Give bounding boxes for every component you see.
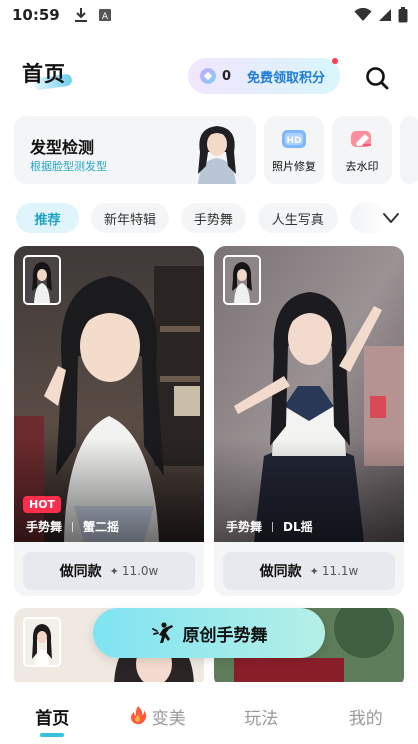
category-tabs: 推荐 新年特辑 手势舞 人生写真	[16, 203, 396, 233]
nav-play-label: 玩法	[244, 709, 279, 729]
usage-count: 11.0w	[121, 564, 159, 578]
signal-icon	[379, 9, 391, 21]
flame-icon	[130, 706, 147, 725]
video-tag-category: 手势舞	[226, 520, 263, 534]
video-tag-category: 手势舞	[26, 520, 63, 534]
tab-gesture-dance[interactable]: 手势舞	[180, 203, 246, 233]
video-card[interactable]: HOT 手势舞 蟹二摇 做同款 ✦ 11.0w	[14, 246, 204, 596]
tag-separator	[72, 521, 74, 532]
hair-detection-title: 发型检测	[30, 138, 95, 157]
app-notification-icon: A	[98, 9, 111, 22]
video-thumbnail[interactable]: 手势舞 DL摇	[214, 246, 404, 542]
points-claim-label: 免费领取积分	[247, 70, 326, 86]
more-feature-card[interactable]	[400, 116, 418, 184]
photo-repair-label: 照片修复	[272, 160, 316, 173]
nav-play[interactable]: 玩法	[209, 682, 314, 744]
usage-count: 11.1w	[321, 564, 359, 578]
video-tags: 手势舞 蟹二摇	[26, 518, 119, 535]
header: 首页 0 免费领取积分	[0, 52, 418, 102]
nav-beautify-label: 变美	[151, 709, 186, 729]
free-points-button[interactable]: 0 免费领取积分	[188, 58, 340, 94]
hd-badge-text: HD	[286, 136, 301, 146]
make-same-button[interactable]: 做同款 ✦ 11.0w	[23, 552, 195, 590]
download-icon	[74, 8, 87, 22]
notification-icons: A	[74, 7, 112, 23]
wifi-icon	[354, 8, 372, 21]
make-same-button[interactable]: 做同款 ✦ 11.1w	[223, 552, 395, 590]
original-gesture-dance-button[interactable]: 原创手势舞	[93, 608, 325, 658]
status-bar: 10:59 A	[0, 0, 418, 30]
tab-recommend[interactable]: 推荐	[16, 203, 80, 233]
bottom-nav: 首页 变美 玩法 我的	[0, 682, 418, 744]
make-same-label: 做同款	[259, 564, 302, 580]
video-preview-thumbnail	[23, 617, 61, 667]
search-icon[interactable]	[364, 65, 390, 91]
nav-active-indicator	[40, 733, 65, 737]
nav-me-label: 我的	[348, 709, 383, 729]
battery-icon	[398, 7, 408, 23]
tab-life-portrait[interactable]: 人生写真	[257, 203, 338, 233]
chevron-down-icon[interactable]	[382, 210, 400, 226]
hd-icon: HD	[282, 130, 306, 148]
notification-dot	[332, 58, 338, 64]
status-time: 10:59	[12, 6, 60, 24]
hair-detection-card[interactable]: 发型检测 根据脸型测发型	[14, 116, 256, 184]
sparkle-icon: ✦	[109, 564, 119, 578]
points-value: 0	[222, 68, 232, 84]
hair-model-illustration	[198, 126, 236, 184]
video-tags: 手势舞 DL摇	[226, 518, 313, 535]
sparkle-icon: ✦	[309, 564, 319, 578]
feature-row: 发型检测 根据脸型测发型 HD 照片修复 去水印	[14, 116, 418, 184]
nav-home[interactable]: 首页	[0, 682, 105, 744]
app-screen: 10:59 A 首页 0 免费领取积分 发型检测 根据脸型测发型 HD 照片修复…	[0, 0, 418, 744]
points-coin-icon	[200, 68, 216, 84]
video-tag-name: 蟹二摇	[83, 520, 120, 534]
video-preview-thumbnail	[223, 255, 261, 305]
video-thumbnail[interactable]: HOT 手势舞 蟹二摇	[14, 246, 204, 542]
nav-beautify[interactable]: 变美	[105, 682, 210, 744]
video-tag-name: DL摇	[283, 520, 313, 534]
hair-detection-subtitle: 根据脸型测发型	[30, 160, 107, 173]
tab-new-year[interactable]: 新年特辑	[91, 203, 169, 233]
photo-repair-card[interactable]: HD 照片修复	[264, 116, 324, 184]
tag-separator	[272, 521, 274, 532]
remove-watermark-label: 去水印	[345, 160, 379, 173]
make-same-label: 做同款	[59, 564, 102, 580]
svg-text:A: A	[102, 12, 109, 22]
system-icons	[354, 7, 408, 23]
dance-icon	[151, 622, 173, 643]
nav-home-label: 首页	[35, 709, 70, 729]
page-title: 首页	[22, 62, 66, 86]
eraser-icon	[351, 131, 371, 147]
hot-badge: HOT	[23, 496, 62, 513]
video-preview-thumbnail	[23, 255, 61, 305]
video-card[interactable]: 手势舞 DL摇 做同款 ✦ 11.1w	[214, 246, 404, 596]
original-gesture-dance-label: 原创手势舞	[182, 625, 268, 646]
nav-me[interactable]: 我的	[314, 682, 418, 744]
remove-watermark-card[interactable]: 去水印	[332, 116, 392, 184]
